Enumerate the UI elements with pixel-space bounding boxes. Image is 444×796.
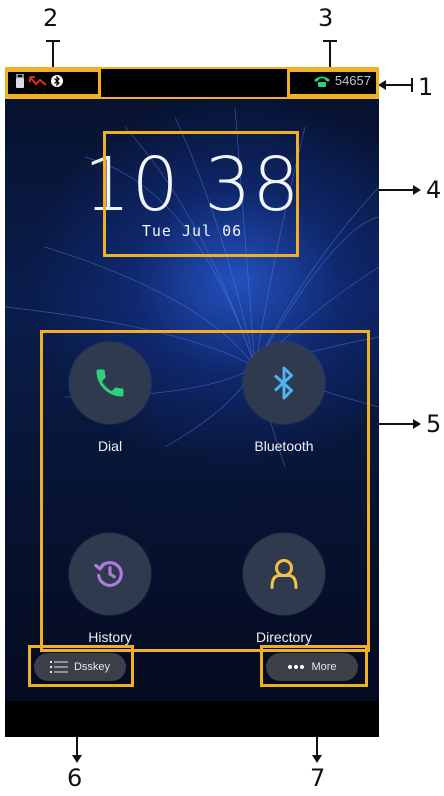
callout-5-arrow	[413, 419, 421, 429]
highlight-more	[260, 645, 368, 687]
callout-7-line	[316, 737, 318, 757]
callout-1-line	[385, 84, 413, 86]
callout-6-arrow	[72, 755, 82, 763]
callout-7: 7	[310, 764, 326, 792]
softkey-bar	[5, 701, 379, 737]
highlight-apps	[40, 330, 370, 652]
callout-3-line	[329, 40, 331, 68]
callout-3: 3	[318, 4, 334, 32]
callout-1-tick	[411, 78, 413, 92]
highlight-status-bar	[5, 67, 379, 99]
callout-7-arrow	[312, 755, 322, 763]
callout-2: 2	[43, 4, 59, 32]
callout-2-line	[52, 40, 54, 68]
callout-4: 4	[426, 176, 442, 204]
callout-5: 5	[426, 410, 442, 438]
phone-screen: 54657 10 38 Tue Jul 06 Dial Bluetooth Hi…	[5, 67, 379, 737]
callout-1: 1	[418, 73, 434, 101]
highlight-dsskey	[28, 645, 134, 687]
callout-4-arrow	[413, 185, 421, 195]
callout-6: 6	[67, 764, 83, 792]
highlight-clock	[103, 131, 299, 257]
callout-6-line	[76, 737, 78, 757]
